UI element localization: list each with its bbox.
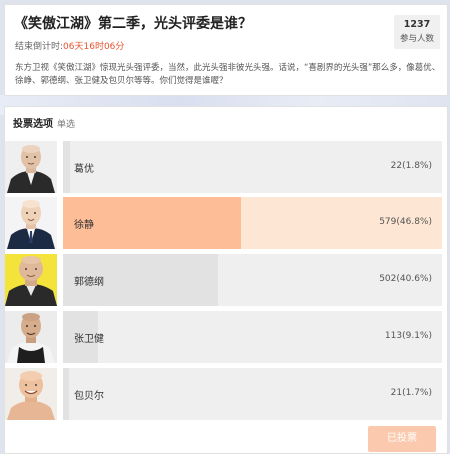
participants-label: 参与人数 xyxy=(399,34,434,44)
avatar-ge-you xyxy=(5,141,57,193)
countdown-label: 结束倒计时: xyxy=(15,42,64,52)
vote-option-row[interactable]: 郭德纲 502(40.6%) xyxy=(5,254,447,306)
avatar-xu-zheng xyxy=(5,197,57,249)
vote-percent: (9.1%) xyxy=(402,331,432,341)
result-bar-track: 张卫健 113(9.1%) xyxy=(63,311,442,363)
vote-option-row[interactable]: 张卫健 113(9.1%) xyxy=(5,311,447,363)
vote-header: 投票选项 单选 xyxy=(13,115,75,130)
vote-percent: (1.7%) xyxy=(402,388,432,398)
option-result: 22(1.8%) xyxy=(391,161,432,171)
participants-count: 1237 xyxy=(403,19,431,30)
vote-option-row[interactable]: 徐静 579(46.8%) xyxy=(5,197,447,249)
vote-card: 投票选项 单选 葛优 22(1.8%) 徐静 579(46.8%) 郭德纲 50… xyxy=(4,106,448,454)
option-name: 徐静 xyxy=(74,220,94,231)
participants-badge: 1237 参与人数 xyxy=(394,15,440,49)
vote-count: 502 xyxy=(379,274,397,284)
vote-count: 22 xyxy=(390,161,403,171)
vote-options-heading: 投票选项 xyxy=(13,119,53,130)
voted-button[interactable]: 已投票 xyxy=(368,426,436,452)
vote-count: 579 xyxy=(379,217,397,227)
result-bar-fill xyxy=(63,141,70,193)
poll-info-card: 《笑傲江湖》第二季，光头评委是谁？ 结束倒计时:06天16时06分 1237 参… xyxy=(4,4,448,96)
result-bar-track: 徐静 579(46.8%) xyxy=(63,197,442,249)
avatar-bao-beier xyxy=(5,368,57,420)
poll-description: 东方卫视《笑傲江湖》惊现光头强评委，当然，此光头强非彼光头强。话说，“喜剧界的光… xyxy=(15,63,441,86)
vote-percent: (40.6%) xyxy=(396,274,432,284)
option-name: 郭德纲 xyxy=(74,277,104,288)
result-bar-track: 葛优 22(1.8%) xyxy=(63,141,442,193)
vote-option-row[interactable]: 包贝尔 21(1.7%) xyxy=(5,368,447,420)
vote-percent: (1.8%) xyxy=(402,161,432,171)
option-result: 113(9.1%) xyxy=(385,331,432,341)
vote-percent: (46.8%) xyxy=(396,217,432,227)
option-name: 包贝尔 xyxy=(74,391,104,402)
countdown: 结束倒计时:06天16时06分 xyxy=(15,39,124,52)
vote-count: 113 xyxy=(384,331,403,341)
result-bar-track: 郭德纲 502(40.6%) xyxy=(63,254,442,306)
option-result: 21(1.7%) xyxy=(391,388,432,398)
result-bar-track: 包贝尔 21(1.7%) xyxy=(63,368,442,420)
option-name: 葛优 xyxy=(74,164,94,175)
option-result: 502(40.6%) xyxy=(379,274,432,284)
vote-type: 单选 xyxy=(57,120,76,130)
option-name: 张卫健 xyxy=(74,334,104,345)
poll-title: 《笑傲江湖》第二季，光头评委是谁？ xyxy=(14,16,252,32)
avatar-guo-degang xyxy=(5,254,57,306)
result-bar-fill xyxy=(63,368,69,420)
option-result: 579(46.8%) xyxy=(379,217,432,227)
countdown-time: 06天16时06分 xyxy=(63,42,125,52)
vote-option-row[interactable]: 葛优 22(1.8%) xyxy=(5,141,447,193)
vote-count: 21 xyxy=(390,388,403,398)
avatar-zhang-weijian xyxy=(5,311,57,363)
